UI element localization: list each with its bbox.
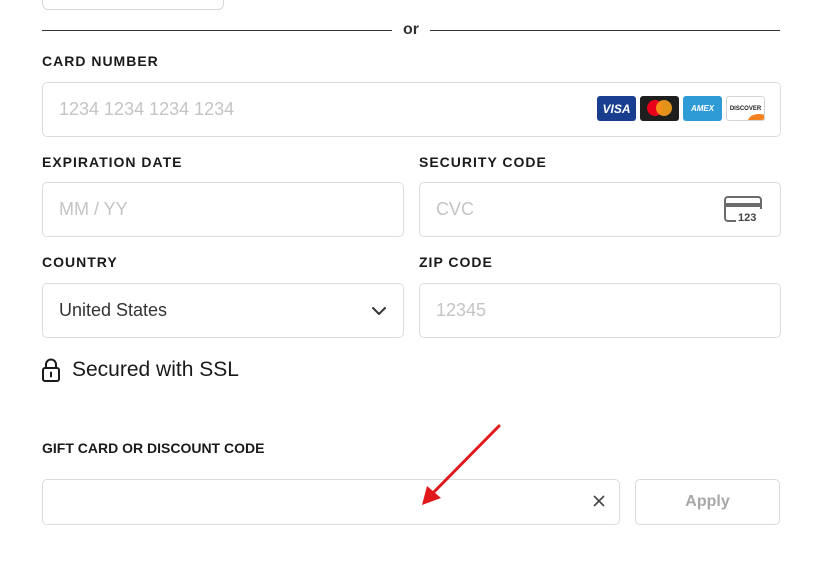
lock-icon xyxy=(42,358,60,382)
amex-icon: AMEX xyxy=(683,96,722,121)
security-code-label: SECURITY CODE xyxy=(419,154,547,170)
zip-code-field[interactable] xyxy=(419,283,781,338)
zip-code-input[interactable] xyxy=(420,284,780,337)
zip-code-label: ZIP CODE xyxy=(419,254,493,270)
divider-line-left xyxy=(42,30,392,31)
discount-code-field[interactable] xyxy=(42,479,620,525)
chevron-down-icon xyxy=(372,307,386,315)
discover-text: DISCOVER xyxy=(729,105,762,112)
previous-field-edge xyxy=(42,0,224,10)
card-cvc-icon: 123 xyxy=(724,196,764,224)
close-icon[interactable] xyxy=(591,493,607,509)
mastercard-icon xyxy=(640,96,679,121)
card-brands: VISA AMEX DISCOVER xyxy=(597,96,765,121)
ssl-notice: Secured with SSL xyxy=(42,358,239,382)
country-selected-value: United States xyxy=(59,300,168,320)
country-select[interactable]: United States xyxy=(42,283,404,338)
ssl-text: Secured with SSL xyxy=(72,358,239,381)
expiration-input[interactable] xyxy=(43,183,403,236)
gift-card-label: GIFT CARD OR DISCOUNT CODE xyxy=(42,440,265,456)
expiration-field[interactable] xyxy=(42,182,404,237)
apply-button[interactable]: Apply xyxy=(635,479,780,525)
card-number-field[interactable]: VISA AMEX DISCOVER xyxy=(42,82,781,137)
discount-code-input[interactable] xyxy=(43,480,619,524)
card-number-label: CARD NUMBER xyxy=(42,53,159,69)
security-code-field[interactable]: 123 xyxy=(419,182,781,237)
visa-icon: VISA xyxy=(597,96,636,121)
cvc-icon-text: 123 xyxy=(738,212,756,224)
expiration-label: EXPIRATION DATE xyxy=(42,154,183,170)
divider-line-right xyxy=(430,30,780,31)
discover-icon: DISCOVER xyxy=(726,96,765,121)
payment-form: or CARD NUMBER VISA AMEX DISCOVER EXPIRA… xyxy=(0,0,823,580)
country-label: COUNTRY xyxy=(42,254,118,270)
annotation-arrow-icon xyxy=(422,424,501,505)
divider-text: or xyxy=(403,21,419,38)
